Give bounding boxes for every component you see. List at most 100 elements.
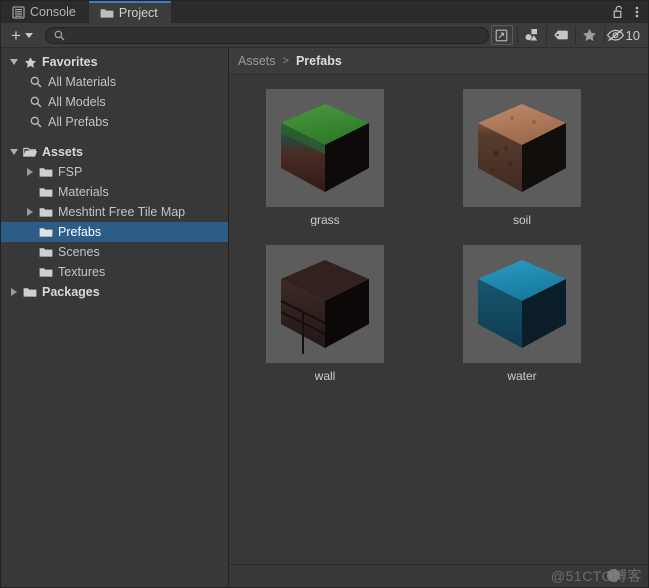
breadcrumb-separator: >	[282, 54, 289, 67]
asset-browser-pane: Assets > Prefabs grass soil wall water @…	[229, 48, 648, 587]
toolbar-divider-2	[545, 26, 547, 44]
tree-item-all-models-label: All Models	[48, 94, 106, 109]
project-toolbar: + 10	[1, 23, 648, 48]
tree-item-meshtint-free-tile-map[interactable]: Meshtint Free Tile Map	[1, 202, 228, 222]
tree-item-prefabs[interactable]: Prefabs	[1, 222, 228, 242]
asset-item-wall[interactable]: wall	[265, 245, 385, 382]
tree-item-packages[interactable]: Packages	[1, 282, 228, 302]
tree-item-all-models[interactable]: All Models	[1, 92, 228, 112]
create-asset-label: +	[11, 25, 21, 45]
tag-icon	[553, 29, 569, 41]
tree-item-all-materials-label: All Materials	[48, 74, 117, 89]
folder-icon	[100, 7, 114, 19]
project-body: Favorites All Materials All Models All P…	[1, 48, 648, 587]
folder-open-icon	[21, 146, 39, 159]
folder-icon	[37, 266, 55, 278]
create-asset-button[interactable]: +	[3, 26, 39, 45]
tree-item-all-prefabs[interactable]: All Prefabs	[1, 112, 228, 132]
chevron-right-icon[interactable]	[23, 208, 37, 216]
hidden-items-button[interactable]: 10	[606, 28, 646, 42]
hidden-items-count: 10	[625, 27, 640, 43]
save-search-icon	[495, 29, 508, 42]
tree-item-favorites[interactable]: Favorites	[1, 52, 228, 72]
tab-console-label: Console	[30, 4, 76, 19]
toolbar-divider-4	[603, 26, 605, 44]
asset-label: water	[507, 370, 537, 382]
favorite-filter-button[interactable]	[577, 25, 603, 45]
asset-label: grass	[310, 214, 340, 226]
asset-thumbnail[interactable]	[266, 245, 384, 363]
label-filter-button[interactable]	[548, 25, 574, 45]
eye-crossed-icon	[606, 28, 625, 42]
tree-item-all-prefabs-label: All Prefabs	[48, 114, 109, 129]
folder-icon	[37, 246, 55, 258]
asset-thumbnail[interactable]	[463, 245, 581, 363]
tab-project-label: Project	[118, 5, 158, 20]
folder-icon	[37, 186, 55, 198]
folder-tree-pane: Favorites All Materials All Models All P…	[1, 48, 229, 587]
status-bar: @51CTO博客	[229, 564, 648, 587]
breadcrumb-item-prefabs[interactable]: Prefabs	[296, 55, 342, 68]
cursor-dot	[607, 569, 620, 582]
tree-item-prefabs-label: Prefabs	[58, 224, 102, 239]
asset-item-water[interactable]: water	[462, 245, 582, 382]
toolbar-divider	[516, 26, 518, 44]
tab-bar-spacer	[170, 1, 613, 23]
console-lines-icon	[12, 5, 25, 19]
chevron-right-icon[interactable]	[23, 168, 37, 176]
folder-icon	[21, 286, 39, 298]
tree-item-materials-label: Materials	[58, 184, 109, 199]
search-icon	[27, 96, 45, 108]
window-controls	[613, 1, 648, 23]
asset-thumbnail[interactable]	[463, 89, 581, 207]
tree-item-assets[interactable]: Assets	[1, 142, 228, 162]
tree-item-meshtint-label: Meshtint Free Tile Map	[58, 204, 186, 219]
type-filter-button[interactable]	[519, 25, 545, 45]
chevron-down-icon[interactable]	[7, 59, 21, 65]
cube-thumbnail-wall	[280, 260, 369, 354]
unlocked-padlock-icon[interactable]	[613, 5, 625, 19]
cube-thumbnail-grass	[281, 104, 369, 192]
asset-item-soil[interactable]: soil	[462, 89, 582, 226]
tree-item-fsp[interactable]: FSP	[1, 162, 228, 182]
tree-item-textures[interactable]: Textures	[1, 262, 228, 282]
tree-item-favorites-label: Favorites	[42, 54, 98, 69]
asset-item-grass[interactable]: grass	[265, 89, 385, 226]
kebab-menu-icon[interactable]	[635, 5, 639, 19]
asset-label: soil	[512, 214, 531, 226]
watermark-label: @51CTO博客	[550, 568, 642, 584]
star-icon	[582, 28, 597, 42]
window-tab-bar: Console Project	[1, 1, 648, 23]
tree-item-packages-label: Packages	[42, 284, 100, 299]
search-input[interactable]	[64, 29, 480, 41]
search-field[interactable]	[44, 26, 489, 44]
asset-grid: grass soil wall water	[229, 75, 648, 564]
tab-project[interactable]: Project	[88, 1, 171, 23]
tree-item-materials[interactable]: Materials	[1, 182, 228, 202]
shapes-filter-icon	[524, 28, 539, 42]
save-search-button[interactable]	[490, 25, 513, 45]
toolbar-divider-3	[574, 26, 576, 44]
asset-thumbnail[interactable]	[266, 89, 384, 207]
chevron-right-icon[interactable]	[7, 288, 21, 296]
cube-thumbnail-soil	[478, 104, 566, 192]
tree-gap	[1, 132, 228, 142]
folder-icon	[37, 226, 55, 238]
tree-item-fsp-label: FSP	[58, 164, 83, 179]
breadcrumb-item-assets[interactable]: Assets	[238, 55, 276, 68]
folder-icon	[37, 206, 55, 218]
tab-console[interactable]: Console	[1, 1, 89, 23]
tree-item-scenes[interactable]: Scenes	[1, 242, 228, 262]
cube-thumbnail-water	[478, 260, 566, 348]
asset-label: wall	[314, 370, 336, 382]
tree-item-textures-label: Textures	[58, 264, 106, 279]
search-icon	[27, 76, 45, 88]
folder-icon	[37, 166, 55, 178]
tree-item-scenes-label: Scenes	[58, 244, 100, 259]
chevron-down-icon[interactable]	[7, 149, 21, 155]
search-icon	[54, 30, 65, 41]
star-icon	[21, 56, 39, 69]
unity-project-window: Console Project + 10 Favorites All Mater…	[0, 0, 649, 588]
chevron-down-icon	[24, 32, 33, 38]
tree-item-all-materials[interactable]: All Materials	[1, 72, 228, 92]
